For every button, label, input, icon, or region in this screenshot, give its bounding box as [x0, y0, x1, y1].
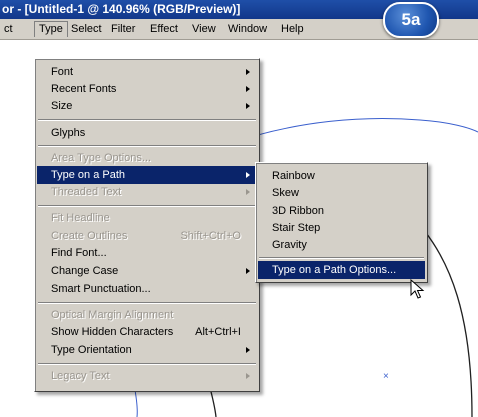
mouse-pointer-icon: [410, 279, 425, 299]
menu-item-smart-punctuation[interactable]: Smart Punctuation...: [37, 280, 257, 298]
submenu-item-gravity[interactable]: Gravity: [258, 236, 425, 254]
menu-select[interactable]: Select: [71, 22, 102, 37]
menu-item-type-on-a-path[interactable]: Type on a Path: [37, 166, 257, 184]
menu-item-optical-margin-alignment: Optical Margin Alignment: [51, 309, 174, 321]
center-marker: ×: [383, 371, 389, 382]
type-menu: Font Recent Fonts Size Glyphs Area Type …: [34, 58, 260, 392]
menu-item-recent-fonts[interactable]: Recent Fonts: [37, 80, 257, 98]
submenu-item-type-on-a-path-options[interactable]: Type on a Path Options...: [258, 261, 425, 279]
menu-item-threaded-text: Threaded Text: [37, 183, 257, 201]
menu-item-change-case[interactable]: Change Case: [37, 262, 257, 280]
chevron-right-icon: [246, 172, 250, 178]
submenu-item-rainbow[interactable]: Rainbow: [258, 167, 425, 185]
step-badge: 5a: [383, 2, 439, 38]
menu-help[interactable]: Help: [281, 22, 304, 37]
chevron-right-icon: [246, 69, 250, 75]
menu-item-area-type-options: Area Type Options...: [51, 152, 152, 164]
menu-item-find-font[interactable]: Find Font...: [37, 244, 257, 262]
menu-effect[interactable]: Effect: [150, 22, 178, 37]
menu-item-glyphs[interactable]: Glyphs: [37, 124, 257, 142]
chevron-right-icon: [246, 103, 250, 109]
menu-item-font[interactable]: Font: [37, 63, 257, 81]
submenu-item-skew[interactable]: Skew: [258, 184, 425, 202]
shortcut-text: Alt+Ctrl+I: [195, 326, 241, 338]
menu-item-fit-headline: Fit Headline: [51, 212, 110, 224]
submenu-item-3d-ribbon[interactable]: 3D Ribbon: [258, 202, 425, 220]
menu-separator: [38, 119, 256, 121]
menu-separator: [259, 257, 424, 259]
type-on-a-path-submenu: Rainbow Skew 3D Ribbon Stair Step Gravit…: [255, 162, 428, 283]
menu-item-show-hidden-characters[interactable]: Show Hidden Characters Alt+Ctrl+I: [37, 323, 257, 341]
chevron-right-icon: [246, 86, 250, 92]
chevron-right-icon: [246, 373, 250, 379]
shortcut-text: Shift+Ctrl+O: [180, 230, 241, 242]
menu-separator: [38, 205, 256, 207]
menu-separator: [38, 363, 256, 365]
chevron-right-icon: [246, 268, 250, 274]
submenu-item-stair-step[interactable]: Stair Step: [258, 219, 425, 237]
menu-separator: [38, 302, 256, 304]
chevron-right-icon: [246, 347, 250, 353]
menu-effect-partial[interactable]: ct: [4, 22, 13, 37]
menu-item-create-outlines: Create Outlines Shift+Ctrl+O: [37, 227, 257, 245]
menu-item-size[interactable]: Size: [37, 97, 257, 115]
menu-separator: [38, 145, 256, 147]
menu-item-type-orientation[interactable]: Type Orientation: [37, 341, 257, 359]
menu-item-legacy-text: Legacy Text: [37, 367, 257, 385]
chevron-right-icon: [246, 189, 250, 195]
menu-filter[interactable]: Filter: [111, 22, 135, 37]
window-title: or - [Untitled-1 @ 140.96% (RGB/Preview)…: [2, 2, 241, 16]
menu-window[interactable]: Window: [228, 22, 267, 37]
menu-type[interactable]: Type: [34, 21, 68, 37]
menu-view[interactable]: View: [192, 22, 216, 37]
